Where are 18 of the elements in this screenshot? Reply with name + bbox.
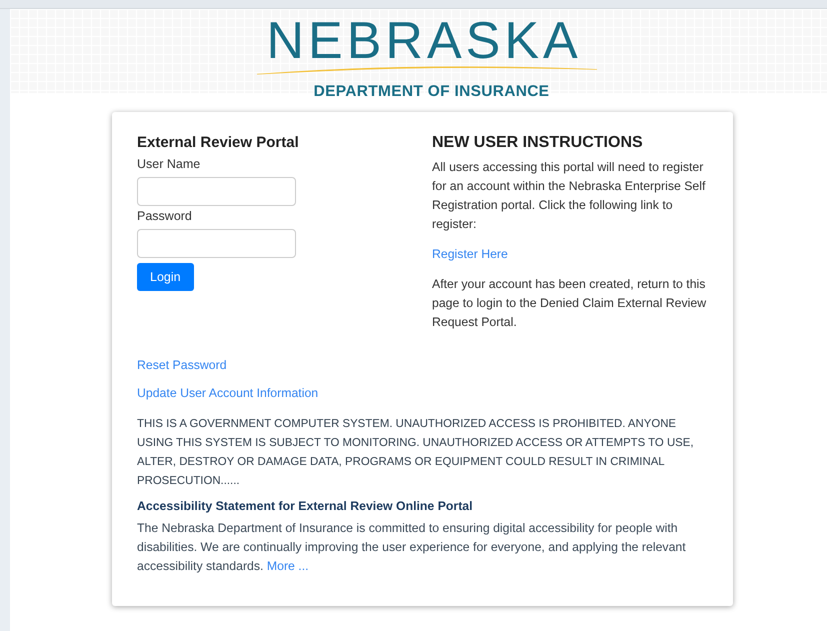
login-heading: External Review Portal xyxy=(137,134,299,151)
instructions-text: All users accessing this portal will need to register for an account within the Nebraska Enterprise Self Registration portal. Click the following link to register: xyxy=(432,159,706,233)
register-link[interactable]: Register Here xyxy=(432,247,508,261)
more-link[interactable]: More ... xyxy=(266,559,309,573)
login-button[interactable]: Login xyxy=(137,263,194,291)
accessibility-statement: The Nebraska Department of Insurance is committed to ensuring digital accessibility for people with disabilities. We are continually improving the user experience for everyone, and applying the relevant accessibility standards. More ... xyxy=(137,520,687,575)
input-field[interactable] xyxy=(137,177,296,206)
logo-wordmark: NEBRASKA xyxy=(266,21,583,61)
security-warning: THIS IS A GOVERNMENT COMPUTER SYSTEM. UNAUTHORIZED ACCESS IS PROHIBITED. ANYONE USING THIS SYSTEM IS SUBJECT TO MONITORING. UNAUTHORIZED ACCESS OR ATTEMPTS TO USE, ALTER, DESTROY OR DAMAGE DATA, PROGRAMS OR EQUIPMENT COULD RESULT IN CRIMINAL PROSECUTION...... xyxy=(137,417,695,489)
instructions-text: After your account has been created, return to this page to login to the Denied Claim External Review Request Portal. xyxy=(432,276,708,331)
instructions-heading: NEW USER INSTRUCTIONS xyxy=(432,134,644,152)
field-label: User Name xyxy=(137,157,200,171)
account-link[interactable]: Update User Account Information xyxy=(137,386,318,400)
input-field[interactable] xyxy=(137,229,296,258)
field-label: Password xyxy=(137,209,192,223)
account-link[interactable]: Reset Password xyxy=(137,358,227,372)
accessibility-heading: Accessibility Statement for External Review Online Portal xyxy=(137,499,474,513)
logo-subtitle: DEPARTMENT OF INSURANCE xyxy=(314,83,550,101)
